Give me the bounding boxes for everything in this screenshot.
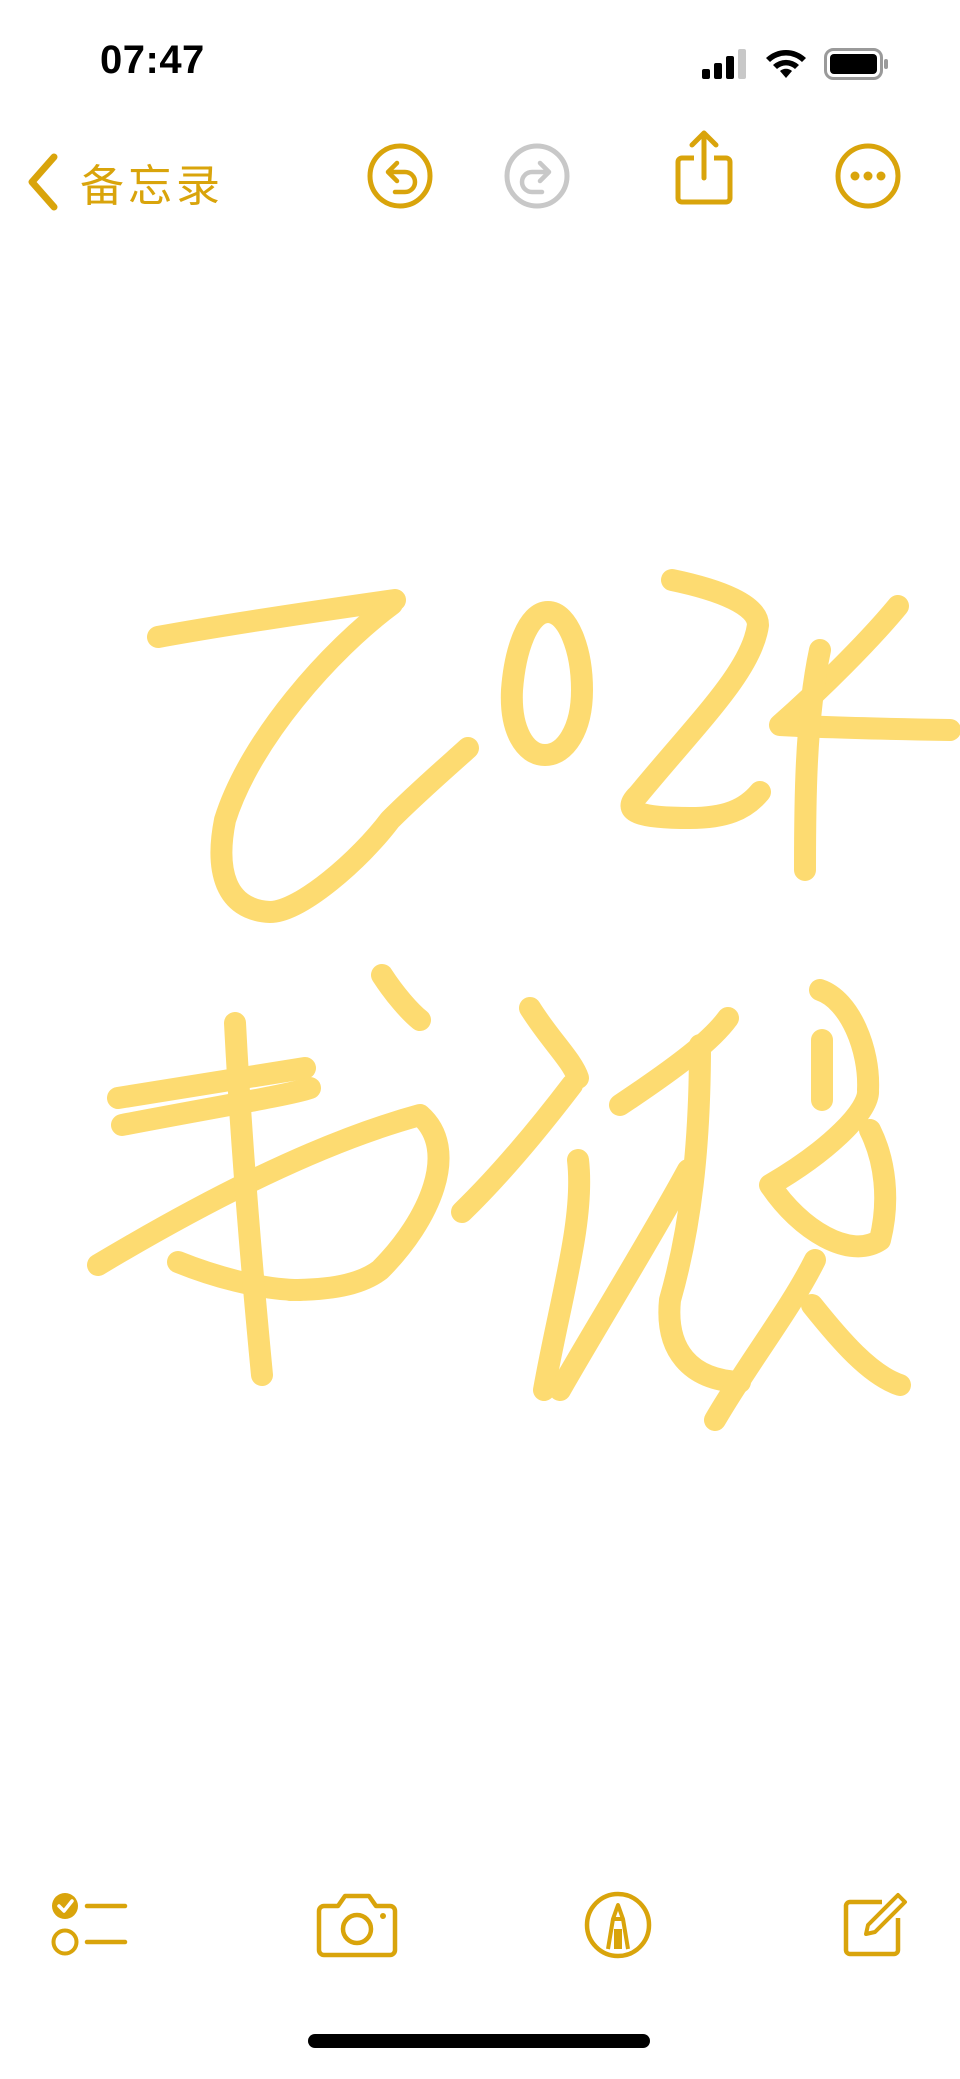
compose-button[interactable] xyxy=(830,1880,920,1970)
handwriting-sketch xyxy=(87,569,960,1431)
share-icon xyxy=(675,130,733,205)
status-bar: 07:47 xyxy=(0,0,960,120)
share-button[interactable] xyxy=(668,130,740,205)
bottom-toolbar xyxy=(0,1880,960,1970)
undo-button[interactable] xyxy=(364,140,436,212)
back-label: 备忘录 xyxy=(80,161,224,212)
undo-icon xyxy=(367,143,433,209)
ellipsis-circle-icon xyxy=(835,143,901,209)
checklist-button[interactable] xyxy=(46,1880,136,1970)
redo-button[interactable] xyxy=(501,140,573,212)
back-button[interactable]: 备忘录 xyxy=(22,150,224,214)
more-button[interactable] xyxy=(832,140,904,212)
checklist-icon xyxy=(51,1893,128,1956)
cellular-signal-icon xyxy=(702,49,746,79)
status-icons xyxy=(702,48,890,80)
camera-button[interactable] xyxy=(312,1880,402,1970)
redo-icon xyxy=(504,143,570,209)
compose-icon xyxy=(843,1893,907,1957)
navigation-bar: 备忘录 xyxy=(0,130,960,230)
note-drawing-canvas[interactable] xyxy=(0,230,960,1840)
camera-icon xyxy=(316,1893,398,1958)
home-indicator[interactable] xyxy=(308,2034,650,2048)
status-time: 07:47 xyxy=(100,38,205,82)
battery-icon xyxy=(824,48,888,80)
markup-button[interactable] xyxy=(573,1880,663,1970)
wifi-icon xyxy=(766,50,806,78)
chevron-left-icon xyxy=(28,153,58,211)
markup-pen-icon xyxy=(584,1891,652,1959)
